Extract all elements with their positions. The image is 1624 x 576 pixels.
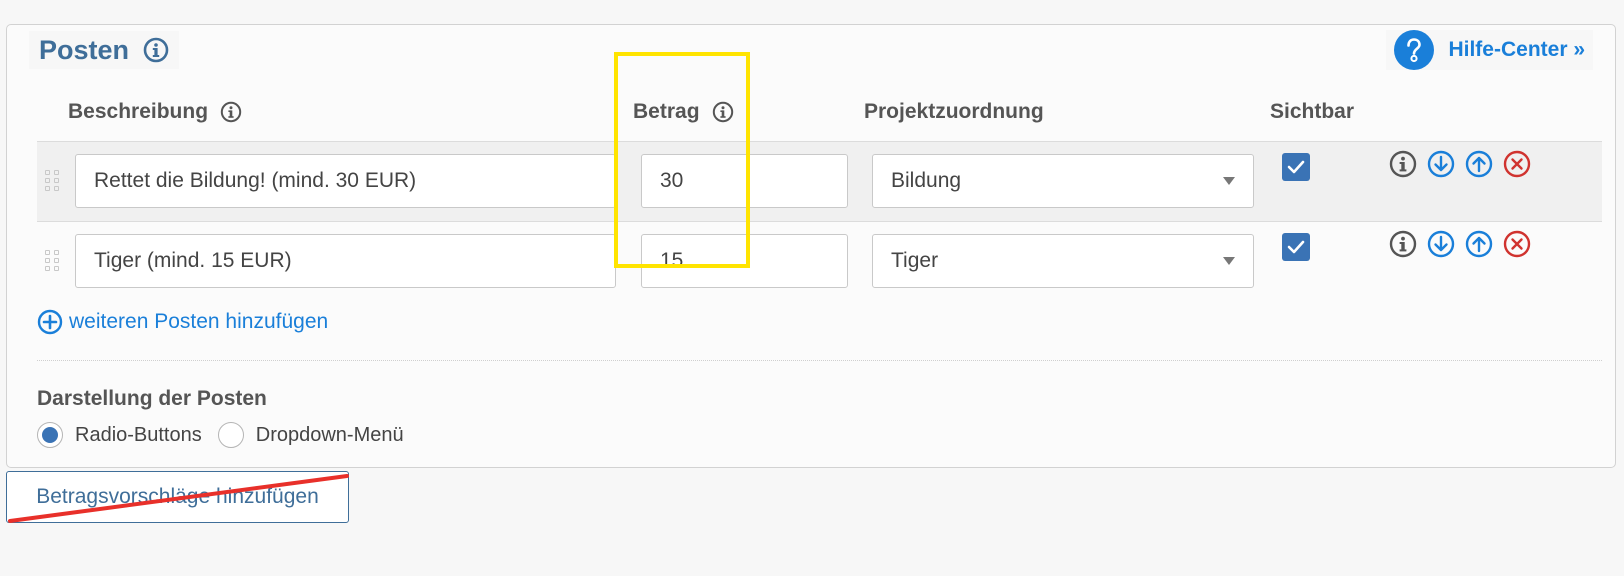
check-icon: [1287, 160, 1305, 174]
radio-button[interactable]: [217, 422, 244, 448]
table-row: Tiger (mind. 15 EUR) 15 Tiger: [37, 221, 1602, 301]
row-actions: [1389, 230, 1531, 258]
info-icon[interactable]: [1389, 230, 1417, 258]
radio-option-dropdown[interactable]: Dropdown-Menü: [217, 422, 404, 448]
help-center-link[interactable]: Hilfe-Center »: [1386, 30, 1593, 70]
column-header-description: Beschreibung: [68, 99, 242, 125]
close-circle-icon[interactable]: [1503, 230, 1531, 258]
column-label-project: Projektzuordnung: [864, 100, 1044, 123]
info-icon[interactable]: [712, 101, 734, 123]
divider: [37, 360, 1602, 361]
radio-label: Dropdown-Menü: [255, 423, 404, 446]
arrow-down-icon[interactable]: [1427, 230, 1455, 258]
close-circle-icon[interactable]: [1503, 150, 1531, 178]
project-select-value: Bildung: [891, 169, 962, 192]
chevron-down-icon: [1223, 257, 1235, 265]
project-select-value: Tiger: [891, 249, 939, 272]
visible-checkbox[interactable]: [1282, 233, 1310, 261]
radio-button[interactable]: [37, 422, 63, 448]
page-title: Posten: [39, 34, 130, 65]
description-input[interactable]: Rettet die Bildung! (mind. 30 EUR): [75, 154, 616, 208]
question-icon: [1394, 30, 1435, 70]
arrow-up-icon[interactable]: [1465, 230, 1493, 258]
column-label-amount: Betrag: [633, 100, 700, 123]
table-row: Rettet die Bildung! (mind. 30 EUR) 30 Bi…: [37, 141, 1602, 221]
info-icon[interactable]: [143, 37, 169, 63]
drag-handle-icon[interactable]: [45, 170, 61, 194]
column-header-amount: Betrag: [633, 99, 734, 125]
radio-option-radio-buttons[interactable]: Radio-Buttons: [37, 422, 202, 448]
add-item-link[interactable]: weiteren Posten hinzufügen: [37, 309, 328, 335]
plus-circle-icon: [37, 309, 63, 335]
add-amount-suggestions-button[interactable]: Betragsvorschläge hinzufügen: [6, 471, 349, 523]
column-label-visible: Sichtbar: [1270, 100, 1355, 123]
row-actions: [1389, 150, 1531, 178]
description-input[interactable]: Tiger (mind. 15 EUR): [75, 234, 616, 288]
info-icon[interactable]: [1389, 150, 1417, 178]
add-item-label: weiteren Posten hinzufügen: [69, 310, 329, 333]
column-header-visible: Sichtbar: [1270, 99, 1354, 125]
column-label-description: Beschreibung: [68, 100, 209, 123]
amount-input[interactable]: 30: [641, 154, 848, 208]
arrow-down-icon[interactable]: [1427, 150, 1455, 178]
project-select[interactable]: Tiger: [872, 234, 1254, 288]
radio-label: Radio-Buttons: [75, 423, 202, 446]
project-select[interactable]: Bildung: [872, 154, 1254, 208]
panel-legend: Posten: [29, 31, 180, 69]
drag-handle-icon[interactable]: [45, 250, 61, 274]
arrow-up-icon[interactable]: [1465, 150, 1493, 178]
check-icon: [1287, 240, 1305, 254]
amount-input[interactable]: 15: [641, 234, 848, 288]
visible-checkbox[interactable]: [1282, 153, 1310, 181]
posten-panel: Posten Hilfe-Center » Beschreibung Betra…: [6, 24, 1616, 468]
help-center-label: Hilfe-Center »: [1448, 38, 1585, 61]
chevron-down-icon: [1223, 177, 1235, 185]
info-icon[interactable]: [220, 101, 242, 123]
display-radio-group: Radio-Buttons Dropdown-Menü: [37, 422, 420, 448]
display-label: Darstellung der Posten: [37, 387, 267, 410]
column-header-project: Projektzuordnung: [864, 99, 1044, 125]
